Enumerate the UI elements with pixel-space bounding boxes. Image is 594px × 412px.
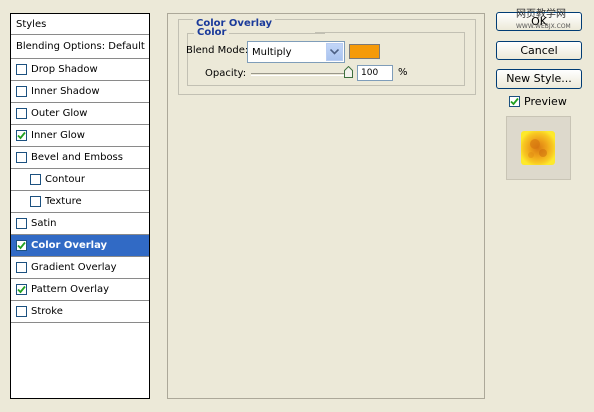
cancel-button[interactable]: Cancel	[496, 41, 582, 60]
style-checkbox[interactable]	[30, 196, 41, 207]
subgroup-controls: Blend Mode: Multiply Opacity: 100 %	[178, 33, 408, 87]
styles-list: Styles Blending Options: Default Drop Sh…	[10, 13, 150, 399]
new-style-button[interactable]: New Style...	[496, 69, 582, 89]
style-item-label: Bevel and Emboss	[31, 152, 123, 163]
style-checkbox[interactable]	[16, 218, 27, 229]
style-checkbox[interactable]	[16, 284, 27, 295]
style-item-drop-shadow[interactable]: Drop Shadow	[11, 59, 149, 81]
preview-thumbnail	[506, 116, 571, 180]
style-checkbox[interactable]	[16, 152, 27, 163]
blend-mode-value: Multiply	[252, 47, 292, 58]
list-empty-area	[11, 336, 149, 398]
style-checkbox[interactable]	[16, 64, 27, 75]
style-checkbox[interactable]	[16, 130, 27, 141]
subgroup-border-top	[315, 32, 464, 33]
preview-checkbox[interactable]	[509, 96, 520, 107]
style-item-stroke[interactable]: Stroke	[11, 301, 149, 323]
subgroup-border-bottom	[187, 85, 465, 86]
style-item-bevel-and-emboss[interactable]: Bevel and Emboss	[11, 147, 149, 169]
styles-header-label: Styles	[16, 18, 47, 30]
style-item-outer-glow[interactable]: Outer Glow	[11, 103, 149, 125]
watermark-url: WWW.WEBJX.COM	[516, 23, 571, 30]
style-item-inner-shadow[interactable]: Inner Shadow	[11, 81, 149, 103]
style-item-contour[interactable]: Contour	[11, 169, 149, 191]
watermark-logo: 网页教学网 WWW.WEBJX.COM	[516, 9, 571, 33]
style-item-gradient-overlay[interactable]: Gradient Overlay	[11, 257, 149, 279]
preview-label: Preview	[524, 95, 567, 108]
overlay-color-swatch[interactable]	[349, 44, 380, 59]
style-item-label: Texture	[45, 196, 82, 207]
chevron-down-icon[interactable]	[326, 43, 343, 61]
style-item-label: Outer Glow	[31, 108, 88, 119]
opacity-slider-thumb[interactable]	[344, 66, 353, 78]
style-checkbox[interactable]	[16, 262, 27, 273]
opacity-unit: %	[398, 67, 408, 78]
style-items: Drop Shadow Inner Shadow Outer Glow Inner G…	[11, 59, 149, 323]
new-style-button-label: New Style...	[506, 72, 572, 85]
subgroup-border-right	[464, 32, 465, 86]
style-item-label: Drop Shadow	[31, 64, 98, 75]
color-subgroup-box: Color Blend Mode: Multiply Opacity: 100 …	[186, 28, 486, 88]
style-item-satin[interactable]: Satin	[11, 213, 149, 235]
style-item-texture[interactable]: Texture	[11, 191, 149, 213]
style-checkbox[interactable]	[16, 306, 27, 317]
style-item-label: Stroke	[31, 306, 63, 317]
blend-mode-label: Blend Mode:	[186, 45, 249, 56]
style-item-label: Inner Shadow	[31, 86, 100, 97]
style-item-label: Pattern Overlay	[31, 284, 110, 295]
style-item-inner-glow[interactable]: Inner Glow	[11, 125, 149, 147]
styles-header[interactable]: Styles	[11, 14, 149, 35]
cancel-button-label: Cancel	[520, 44, 558, 57]
watermark-text: 网页教学网	[516, 9, 566, 20]
style-item-label: Color Overlay	[31, 240, 108, 251]
style-item-color-overlay[interactable]: Color Overlay	[11, 235, 149, 257]
style-item-label: Gradient Overlay	[31, 262, 117, 273]
style-item-label: Inner Glow	[31, 130, 85, 141]
blend-mode-select[interactable]: Multiply	[247, 41, 345, 63]
style-checkbox[interactable]	[16, 108, 27, 119]
style-item-label: Contour	[45, 174, 85, 185]
preview-toggle[interactable]: Preview	[509, 95, 567, 108]
options-panel: Color Overlay Color Blend Mode: Multiply…	[167, 13, 485, 399]
blending-options-label: Blending Options: Default	[16, 41, 145, 52]
style-checkbox[interactable]	[30, 174, 41, 185]
preview-image	[521, 131, 555, 165]
opacity-label: Opacity:	[205, 68, 247, 79]
style-checkbox[interactable]	[16, 86, 27, 97]
style-item-pattern-overlay[interactable]: Pattern Overlay	[11, 279, 149, 301]
blending-options-item[interactable]: Blending Options: Default	[11, 35, 149, 59]
style-item-label: Satin	[31, 218, 57, 229]
opacity-value: 100	[361, 68, 379, 78]
opacity-slider-track[interactable]	[251, 73, 351, 76]
opacity-input[interactable]: 100	[357, 65, 393, 81]
style-checkbox[interactable]	[16, 240, 27, 251]
